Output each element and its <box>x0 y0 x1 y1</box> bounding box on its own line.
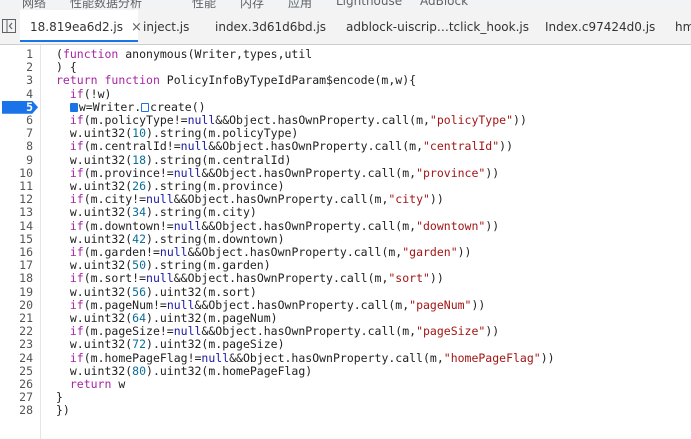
line-number[interactable]: 24 <box>0 351 33 365</box>
inline-breakpoint-icon[interactable] <box>69 102 78 112</box>
code-line[interactable]: w.uint32(34).string(m.city) <box>56 206 257 219</box>
code-editor[interactable]: 1 2 3 4 5 6 7 8 9 10 11 12 13 14 15 16 17 18 19 20 21 22 23 24 2… <box>0 45 691 439</box>
code-line[interactable]: if(m.downtown!=null&&Object.hasOwnProper… <box>56 219 499 233</box>
sidebar-toggle-icon[interactable] <box>2 19 16 33</box>
code-line[interactable]: if(m.centralId!=null&&Object.hasOwnPrope… <box>56 140 513 153</box>
code-line[interactable]: return w <box>56 377 125 391</box>
line-number[interactable]: 3 <box>0 74 33 87</box>
inline-breakpoint-icon[interactable] <box>141 102 150 112</box>
code-line[interactable]: return function PolicyInfoByTypeIdParam$… <box>56 74 416 87</box>
close-tab-icon[interactable]: × <box>131 11 142 44</box>
line-number[interactable]: 4 <box>0 87 33 101</box>
source-tabs-bar: 18.819ea6d2.js × inject.js index.3d61d6bd… <box>0 10 691 45</box>
tab-label: inject.js <box>143 20 190 34</box>
tab-source-file[interactable]: index.3d61d6bd.js <box>215 10 326 44</box>
line-number[interactable]: 14 <box>0 219 33 233</box>
code-line[interactable]: if(!w) <box>56 87 112 101</box>
line-number[interactable]: 9 <box>0 153 33 167</box>
line-number-gutter[interactable]: 1 2 3 4 5 6 7 8 9 10 11 12 13 14 15 16 17 18 19 20 21 22 23 24 2… <box>0 45 41 439</box>
tab-label: adblock-uiscrip…tclick_hook.js <box>346 20 529 34</box>
line-number[interactable]: 19 <box>0 285 33 299</box>
code-line[interactable]: if(m.homePageFlag!=null&&Object.hasOwnPr… <box>56 351 555 365</box>
tab-label: hm <box>675 20 691 34</box>
line-number[interactable]: 28 <box>0 404 33 417</box>
tab-source-file[interactable]: hm <box>675 10 691 44</box>
line-number[interactable]: 13 <box>0 206 33 219</box>
tab-label: Index.c97424d0.js <box>545 20 656 34</box>
tab-source-file[interactable]: inject.js <box>143 10 189 44</box>
line-number[interactable]: 8 <box>0 140 33 153</box>
code-line[interactable]: (function anonymous(Writer,types,util <box>56 47 312 61</box>
code-line[interactable]: }) <box>56 404 70 417</box>
tab-label: index.3d61d6bd.js <box>215 20 327 34</box>
tab-label: 18.819ea6d2.js <box>30 20 124 34</box>
code-line[interactable]: if(m.sort!=null&&Object.hasOwnProperty.c… <box>56 272 444 285</box>
panel-tab-adblock[interactable]: AdBlock <box>420 0 468 8</box>
tab-source-file-active[interactable]: 18.819ea6d2.js × <box>20 10 142 42</box>
code-line[interactable]: w.uint32(56).uint32(m.sort) <box>56 285 257 299</box>
line-number[interactable]: 18 <box>0 272 33 285</box>
code-line[interactable]: w.uint32(72).uint32(m.pageSize) <box>56 338 285 351</box>
panel-tab-lighthouse[interactable]: Lighthouse <box>336 0 402 8</box>
line-number[interactable]: 23 <box>0 338 33 351</box>
tab-source-file[interactable]: adblock-uiscrip…tclick_hook.js <box>346 10 529 44</box>
tab-source-file[interactable]: Index.c97424d0.js <box>545 10 655 44</box>
